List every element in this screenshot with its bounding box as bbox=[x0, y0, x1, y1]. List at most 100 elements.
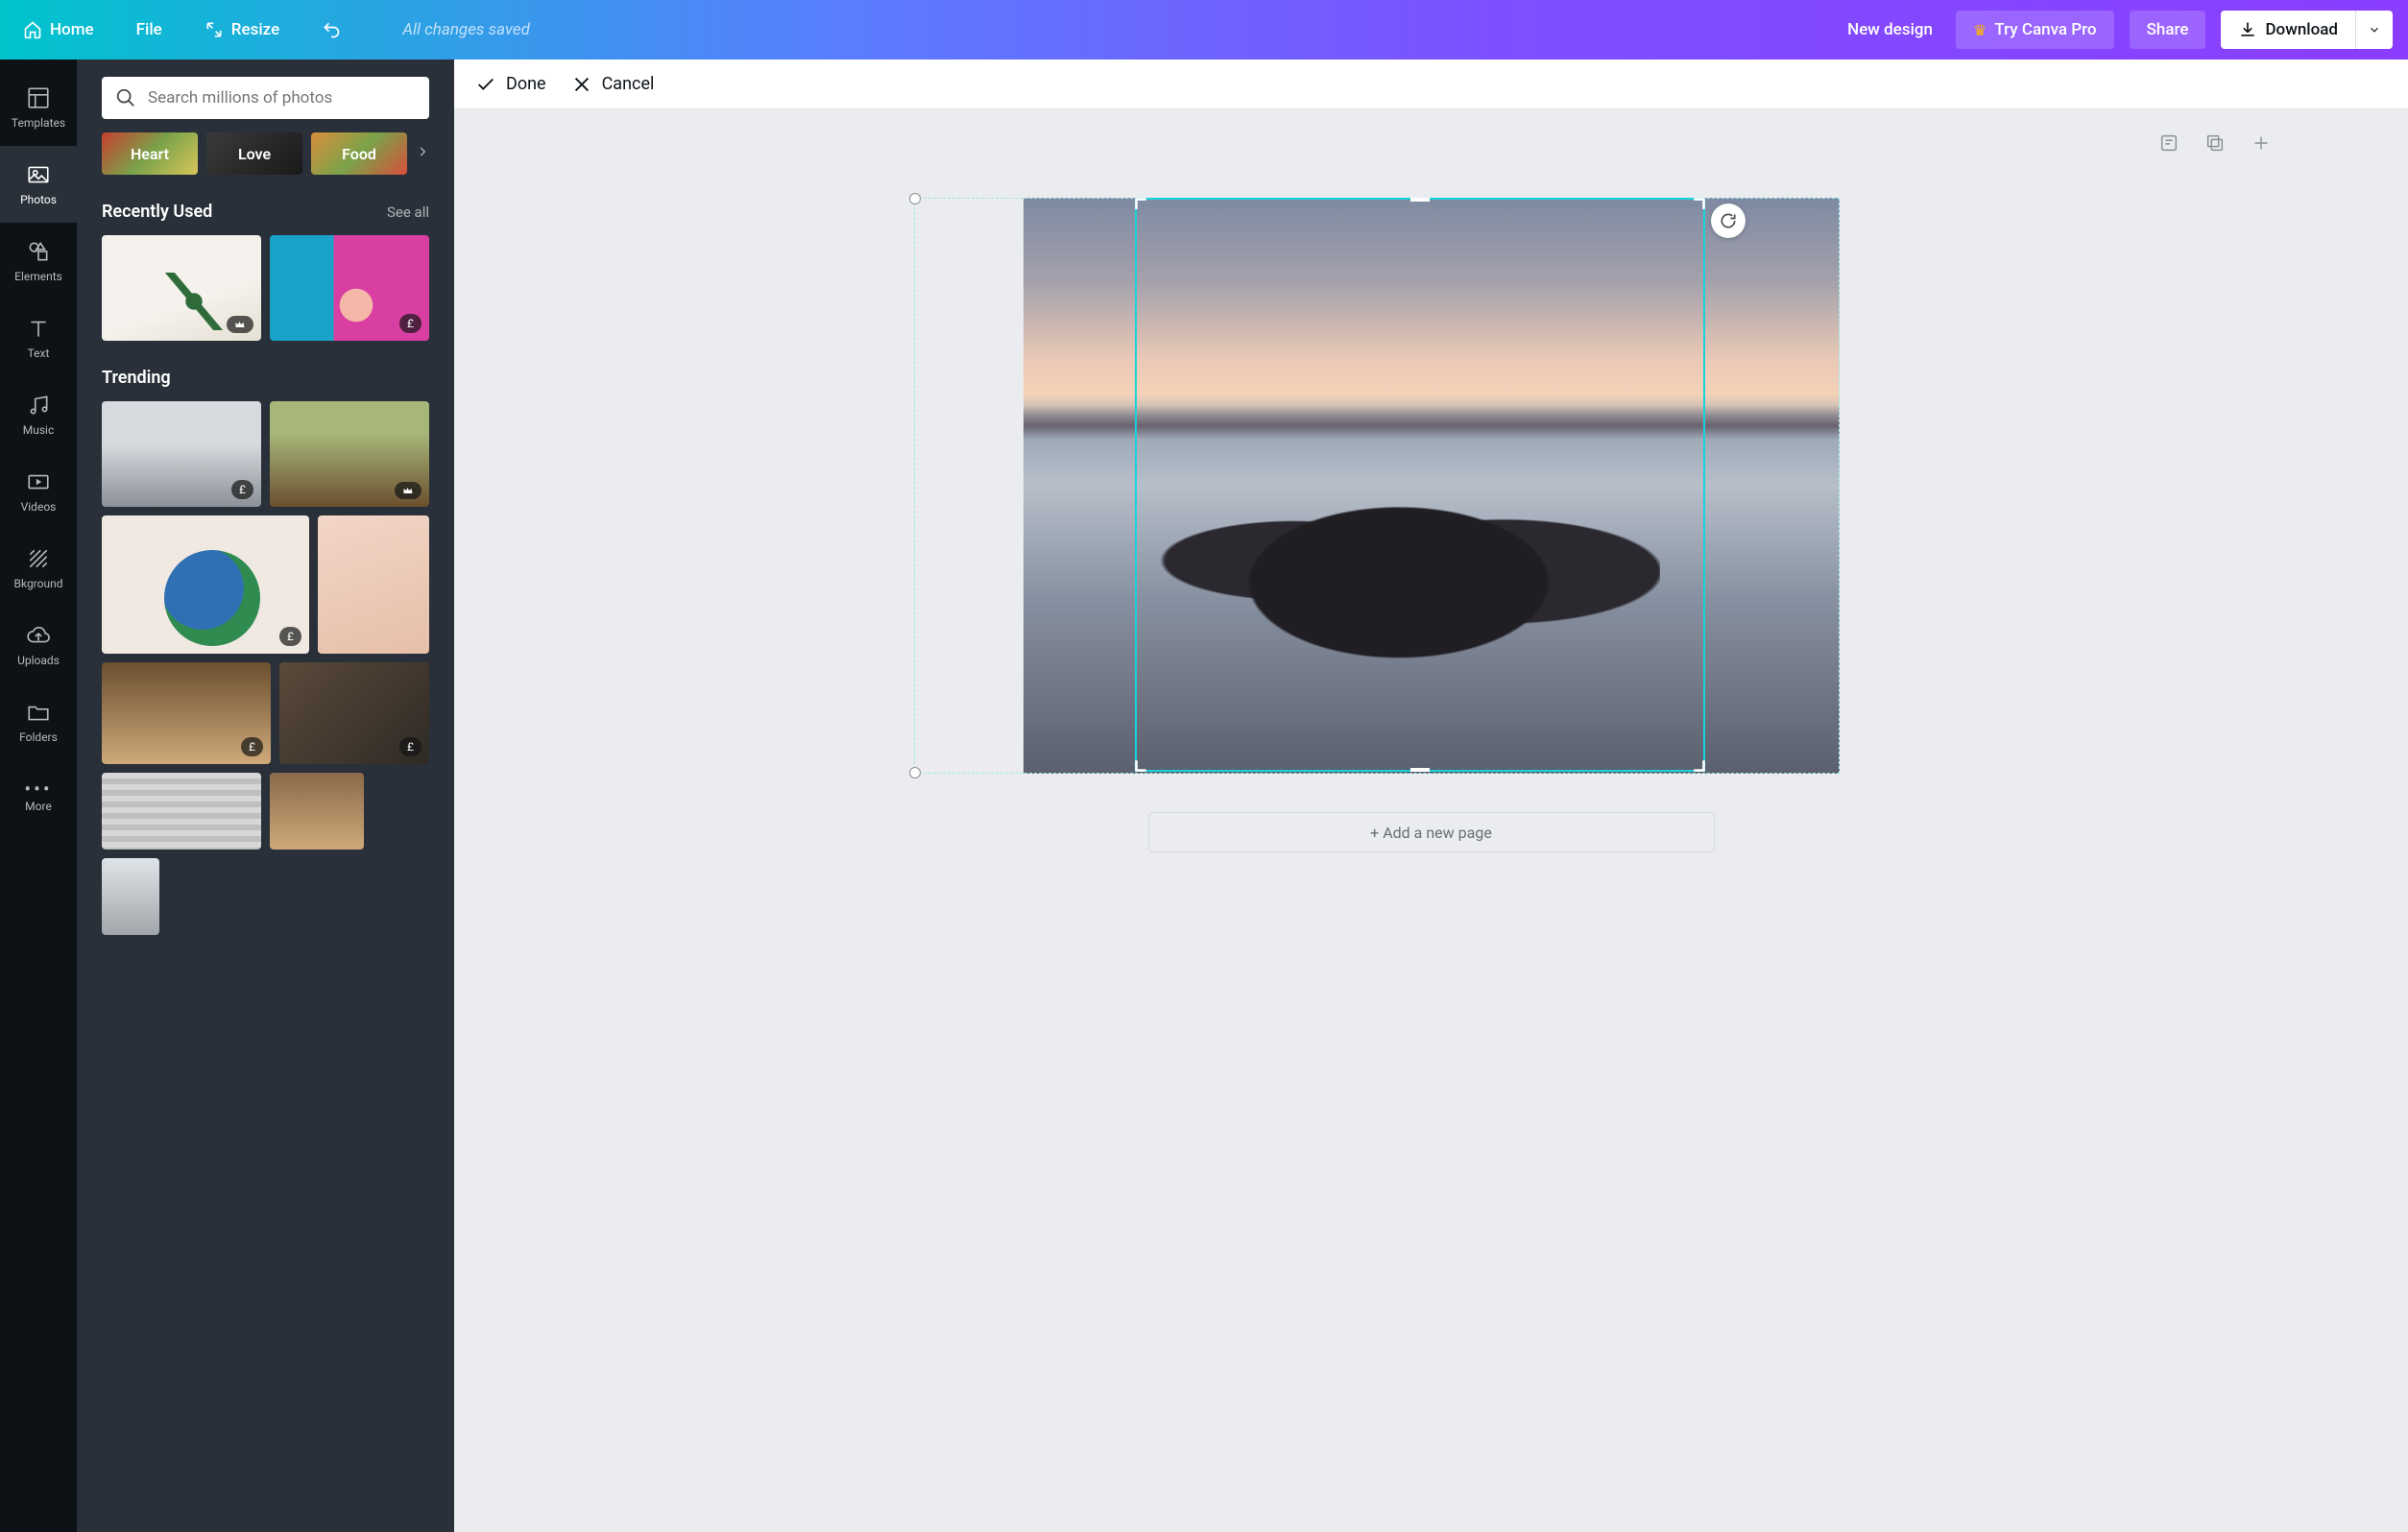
page-add-button[interactable] bbox=[2249, 131, 2274, 156]
nav-uploads[interactable]: Uploads bbox=[0, 607, 77, 683]
chevron-down-icon bbox=[2368, 23, 2381, 36]
photos-icon bbox=[26, 162, 51, 187]
add-page-button[interactable]: + Add a new page bbox=[1148, 812, 1715, 852]
undo-button[interactable] bbox=[314, 14, 349, 45]
nav-more-label: More bbox=[25, 800, 52, 813]
handle-bottom-left[interactable] bbox=[909, 767, 921, 778]
top-bar: Home File Resize All changes saved New d… bbox=[0, 0, 2408, 60]
crop-corner-br[interactable] bbox=[1688, 754, 1705, 772]
download-button[interactable]: Download bbox=[2221, 11, 2355, 49]
page-notes-button[interactable] bbox=[2156, 131, 2181, 156]
photo-thumb-leaf[interactable] bbox=[102, 235, 261, 341]
more-icon: ••• bbox=[24, 784, 52, 794]
nav-music-label: Music bbox=[23, 423, 54, 437]
nav-videos[interactable]: Videos bbox=[0, 453, 77, 530]
home-label: Home bbox=[50, 20, 94, 39]
uploads-icon bbox=[26, 623, 51, 648]
music-icon bbox=[26, 393, 51, 418]
canvas-page[interactable] bbox=[1023, 198, 1840, 774]
download-icon bbox=[2238, 20, 2257, 39]
duplicate-icon bbox=[2204, 132, 2226, 154]
side-nav: Templates Photos Elements Text Music Vid… bbox=[0, 60, 77, 1532]
rotate-icon bbox=[1719, 211, 1738, 230]
file-menu[interactable]: File bbox=[129, 14, 170, 45]
crown-icon: ♛ bbox=[1973, 21, 1987, 39]
photo-thumb-picnic[interactable] bbox=[270, 401, 429, 507]
nav-uploads-label: Uploads bbox=[17, 654, 60, 667]
plus-icon bbox=[2251, 132, 2272, 154]
recently-used-see-all[interactable]: See all bbox=[387, 203, 429, 221]
save-status: All changes saved bbox=[402, 20, 530, 39]
try-pro-label: Try Canva Pro bbox=[1994, 20, 2096, 39]
download-options-button[interactable] bbox=[2355, 11, 2393, 49]
nav-more[interactable]: ••• More bbox=[0, 760, 77, 837]
recently-used-title: Recently Used bbox=[102, 202, 212, 222]
nav-folders-label: Folders bbox=[19, 730, 58, 744]
photo-thumb-girl[interactable] bbox=[318, 515, 429, 654]
undo-icon bbox=[322, 20, 341, 39]
videos-icon bbox=[26, 469, 51, 494]
crop-cancel-label: Cancel bbox=[602, 74, 655, 94]
crop-edge-bottom[interactable] bbox=[1410, 768, 1430, 772]
nav-photos-label: Photos bbox=[20, 193, 57, 206]
chip-heart[interactable]: Heart bbox=[102, 132, 198, 175]
home-button[interactable]: Home bbox=[15, 14, 102, 45]
nav-text-label: Text bbox=[28, 347, 50, 360]
crop-corner-bl[interactable] bbox=[1135, 754, 1152, 772]
photo-thumb-earth[interactable]: £ bbox=[102, 515, 309, 654]
new-design-button[interactable]: New design bbox=[1840, 14, 1940, 45]
photo-thumb-flowers[interactable]: £ bbox=[270, 235, 429, 341]
price-badge: £ bbox=[399, 314, 421, 333]
share-button[interactable]: Share bbox=[2130, 11, 2206, 49]
resize-button[interactable]: Resize bbox=[197, 14, 287, 45]
nav-background[interactable]: Bkground bbox=[0, 530, 77, 607]
photo-thumb-sink[interactable]: £ bbox=[102, 662, 271, 764]
try-canva-pro-button[interactable]: ♛ Try Canva Pro bbox=[1956, 11, 2114, 49]
price-badge: £ bbox=[399, 737, 421, 756]
chip-food[interactable]: Food bbox=[311, 132, 407, 175]
crop-edge-top[interactable] bbox=[1410, 198, 1430, 202]
price-badge: £ bbox=[279, 627, 301, 646]
nav-photos[interactable]: Photos bbox=[0, 146, 77, 223]
nav-text[interactable]: Text bbox=[0, 299, 77, 376]
search-icon bbox=[115, 87, 136, 108]
photos-panel: Heart Love Food Recently Used See all bbox=[77, 60, 454, 1532]
search-box[interactable] bbox=[102, 77, 429, 119]
close-icon bbox=[571, 74, 592, 95]
crop-done-button[interactable]: Done bbox=[475, 74, 546, 95]
background-icon bbox=[26, 546, 51, 571]
photo-thumb-fireplace[interactable]: £ bbox=[279, 662, 429, 764]
nav-templates[interactable]: Templates bbox=[0, 69, 77, 146]
photo-thumb-kid[interactable] bbox=[102, 858, 159, 935]
check-icon bbox=[475, 74, 496, 95]
crown-icon bbox=[402, 485, 414, 496]
elements-icon bbox=[26, 239, 51, 264]
folders-icon bbox=[26, 700, 51, 725]
nav-elements-label: Elements bbox=[14, 270, 62, 283]
chips-next[interactable] bbox=[416, 142, 429, 165]
rotate-button[interactable] bbox=[1711, 203, 1746, 238]
chip-heart-label: Heart bbox=[131, 145, 169, 163]
photo-thumb-cooking[interactable]: £ bbox=[102, 401, 261, 507]
chip-love[interactable]: Love bbox=[206, 132, 302, 175]
trending-title: Trending bbox=[102, 368, 171, 388]
nav-elements[interactable]: Elements bbox=[0, 223, 77, 299]
handle-top-left[interactable] bbox=[909, 193, 921, 204]
download-label: Download bbox=[2265, 20, 2338, 39]
photo-thumb-barista[interactable] bbox=[270, 773, 364, 850]
crown-icon bbox=[234, 319, 246, 330]
crop-corner-tl[interactable] bbox=[1135, 198, 1152, 215]
crop-done-label: Done bbox=[506, 74, 546, 94]
photo-thumb-blinds[interactable] bbox=[102, 773, 261, 850]
crop-cancel-button[interactable]: Cancel bbox=[571, 74, 655, 95]
crop-corner-tr[interactable] bbox=[1688, 198, 1705, 215]
page-duplicate-button[interactable] bbox=[2203, 131, 2227, 156]
chip-love-label: Love bbox=[238, 145, 271, 163]
nav-folders[interactable]: Folders bbox=[0, 683, 77, 760]
search-input[interactable] bbox=[148, 88, 416, 108]
price-badge: £ bbox=[241, 737, 263, 756]
crop-box[interactable] bbox=[1135, 198, 1705, 772]
page-actions bbox=[2156, 131, 2274, 156]
pro-badge bbox=[395, 482, 421, 499]
nav-music[interactable]: Music bbox=[0, 376, 77, 453]
